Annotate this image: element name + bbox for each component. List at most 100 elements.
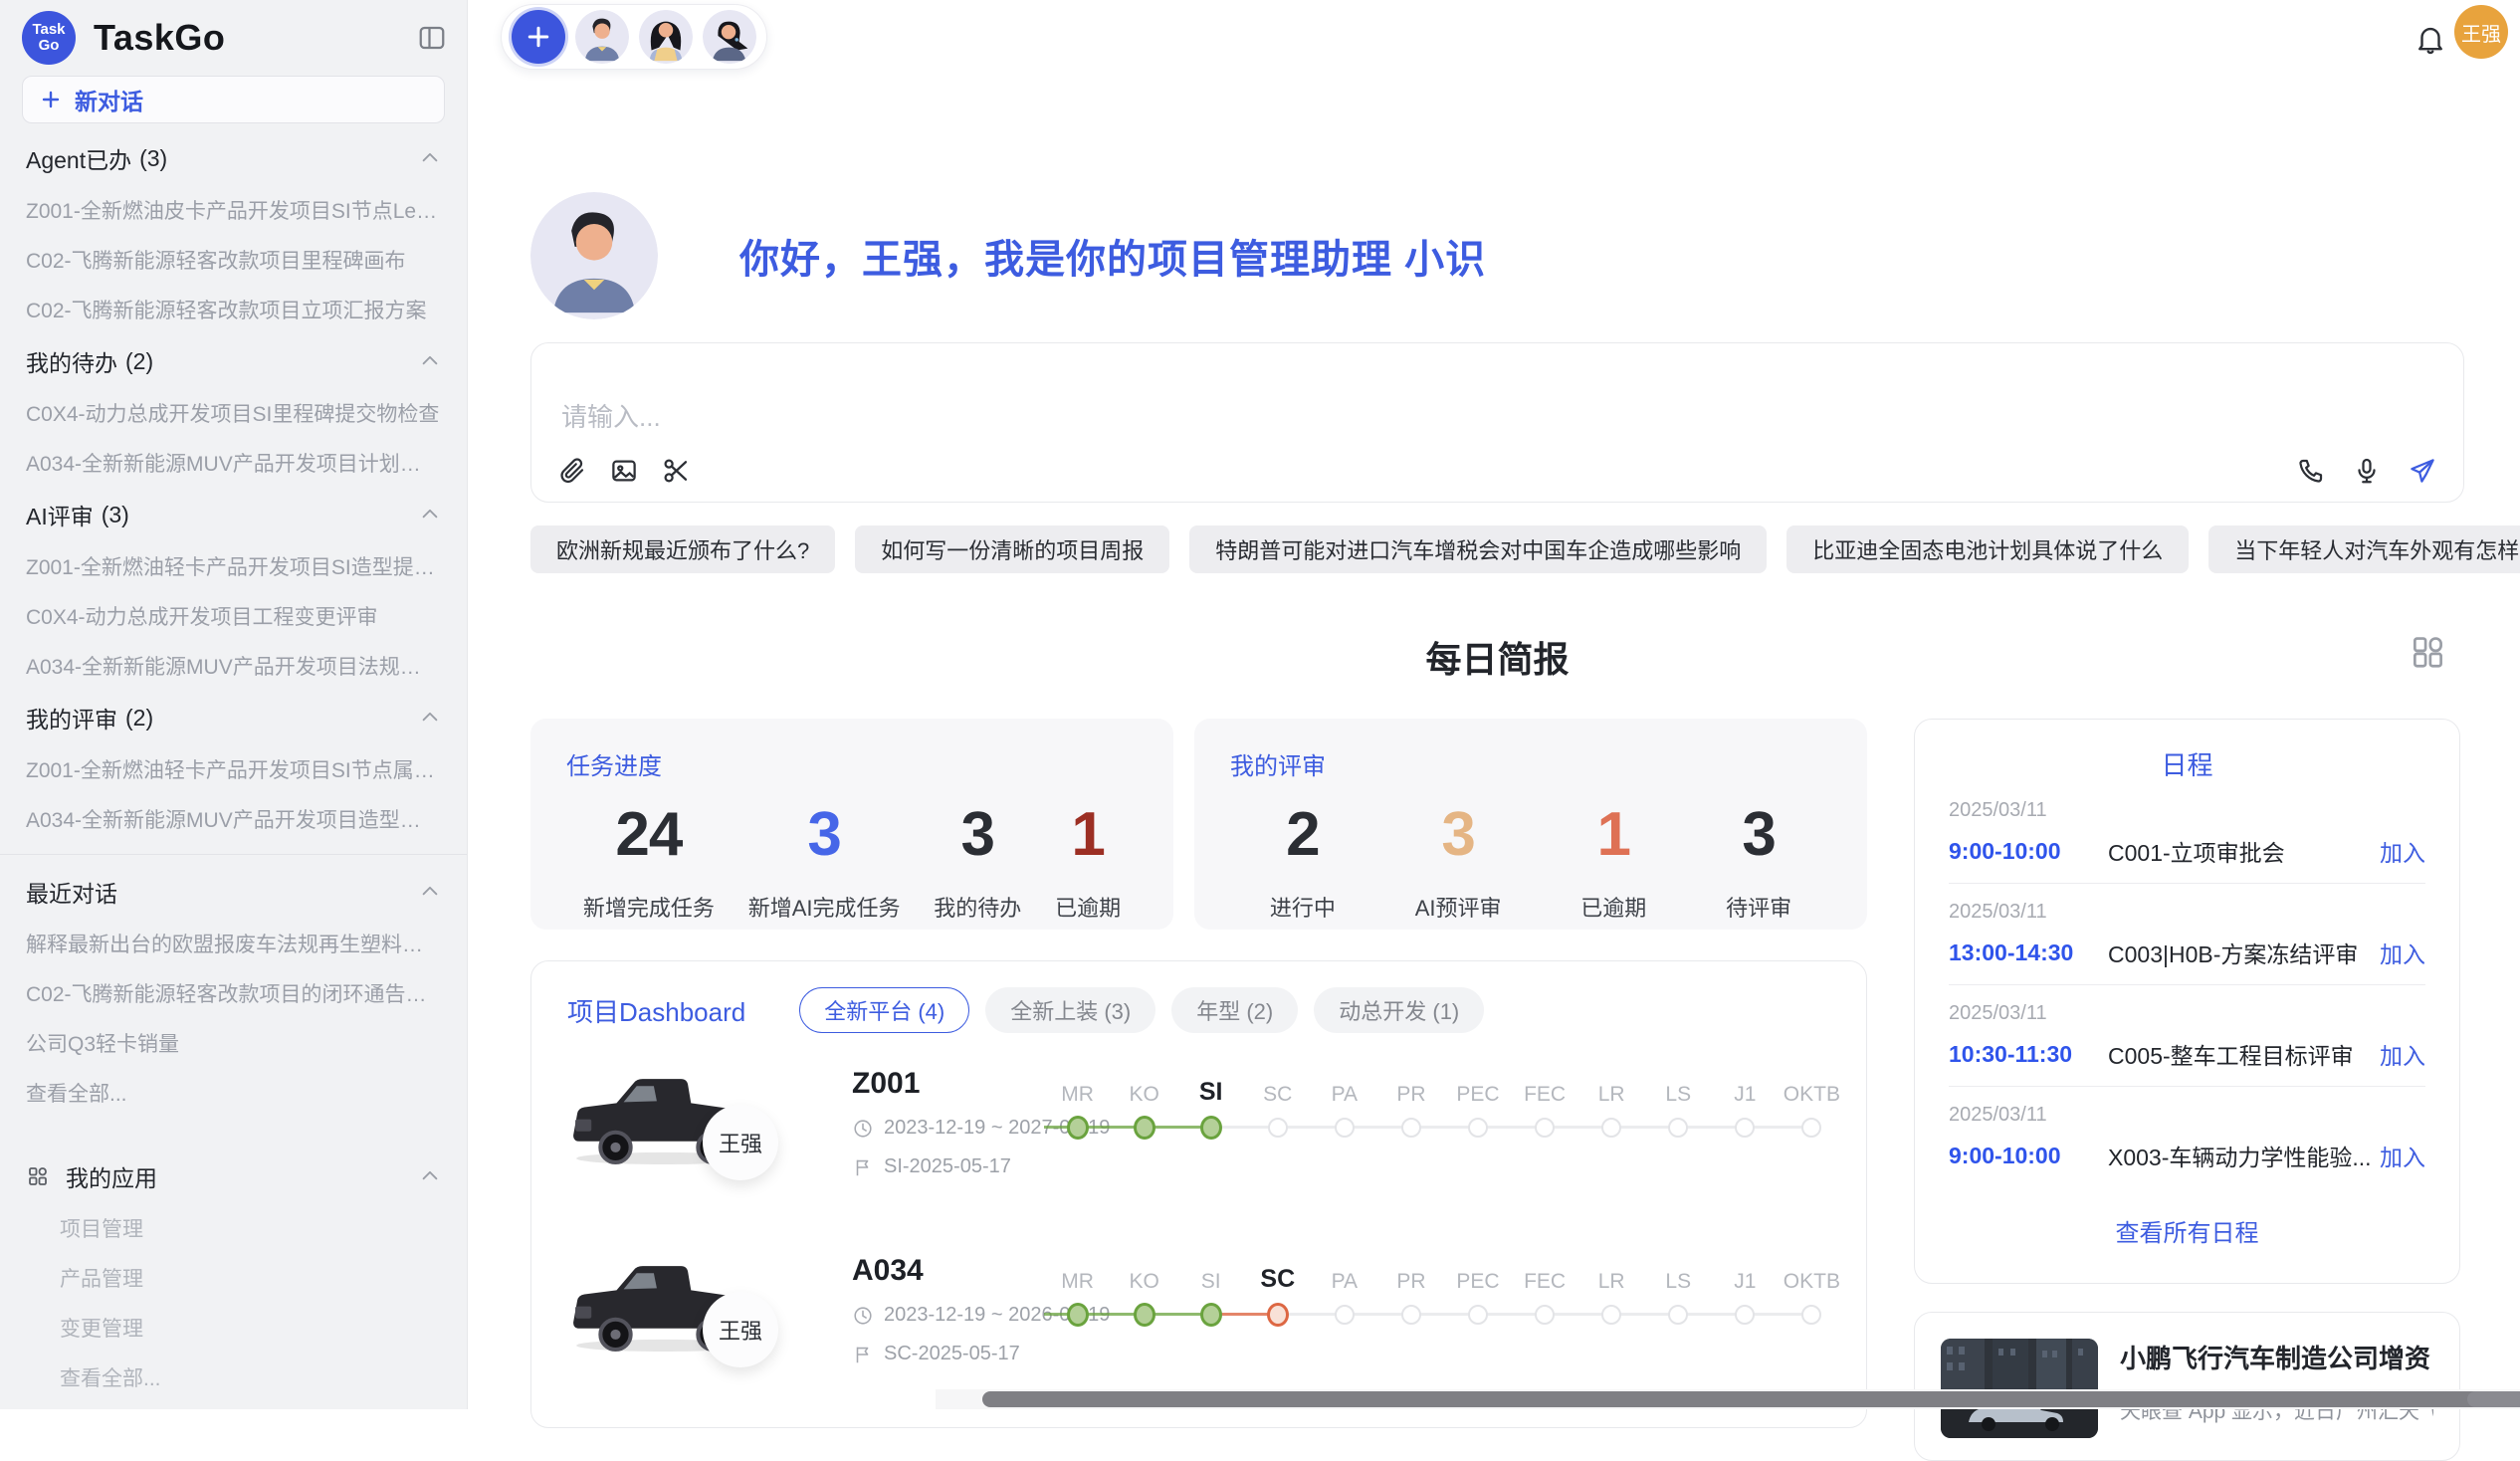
event-join-link[interactable]: 加入 (2380, 1037, 2425, 1071)
app-item[interactable]: 变更管理 (0, 1303, 467, 1353)
phone-icon[interactable] (2296, 456, 2326, 486)
microphone-icon[interactable] (2352, 456, 2382, 486)
image-upload-icon[interactable] (609, 456, 639, 486)
project-flag: SI-2025-05-17 (884, 1155, 1011, 1178)
suggestion-chips: 欧洲新规最近颁布了什么? 如何写一份清晰的项目周报特朗普可能对进口汽车增税会对中国… (530, 525, 2464, 573)
daily-briefing-title: 每日简报 (530, 631, 2464, 683)
milestone-dot (1468, 1305, 1488, 1325)
member-avatar-1[interactable] (575, 10, 629, 64)
event-join-link[interactable]: 加入 (2380, 936, 2425, 969)
sidebar-section-header[interactable]: AI评审(3) (0, 488, 467, 541)
milestone-dot-row (1578, 1298, 1645, 1332)
milestone: KO (1111, 1258, 1177, 1332)
recent-chats-header[interactable]: 最近对话 (0, 865, 467, 919)
suggestion-chip[interactable]: 比亚迪全固态电池计划具体说了什么 (1786, 525, 2189, 573)
user-avatar[interactable]: 王强 (2454, 5, 2508, 59)
milestone-label: LS (1665, 1071, 1691, 1107)
recent-view-all-link[interactable]: 查看全部... (0, 1068, 467, 1118)
milestone: LS (1645, 1258, 1712, 1332)
app-logo: Task Go (22, 11, 76, 65)
milestone-label: OKTB (1784, 1258, 1840, 1294)
stat-value: 24 (615, 803, 682, 867)
news-card[interactable]: 小鹏飞行汽车制造公司增资 天眼查 App 显示，近日广州汇天飞行汽... (1914, 1312, 2460, 1461)
sidebar-section-header[interactable]: Agent已办(3) (0, 131, 467, 185)
stat-label: 我的待办 (934, 891, 1021, 923)
schedule-title: 日程 (1949, 745, 2425, 782)
section-label: AI评审 (26, 498, 94, 531)
my-apps-header[interactable]: 我的应用 (0, 1149, 467, 1203)
dashboard-tab[interactable]: 动总开发 (1) (1314, 987, 1484, 1033)
milestone: LS (1645, 1071, 1712, 1145)
milestone: SI (1177, 1071, 1244, 1145)
milestone-label: SC (1260, 1258, 1295, 1294)
section-label: 我的评审 (26, 701, 117, 734)
sidebar-item[interactable]: Z001-全新燃油轻卡产品开发项目SI造型提交物评审 (0, 541, 467, 591)
sidebar-item[interactable]: C02-飞腾新能源轻客改款项目里程碑画布 (0, 235, 467, 285)
suggestion-chip[interactable]: 如何写一份清晰的项目周报 (855, 525, 1169, 573)
suggestion-chip[interactable]: 特朗普可能对进口汽车增税会对中国车企造成哪些影响 (1189, 525, 1767, 573)
project-row[interactable]: 王强A0342023-12-19 ~ 2026-01-19SC-2025-05-… (531, 1244, 1866, 1403)
app-item[interactable]: 产品管理 (0, 1253, 467, 1303)
apps-view-all-link[interactable]: 查看全部... (0, 1353, 467, 1402)
add-member-button[interactable] (512, 10, 565, 64)
sidebar-item[interactable]: Z001-全新燃油轻卡产品开发项目SI节点属性5D文件评审 (0, 744, 467, 794)
chevron-up-icon (419, 707, 441, 729)
send-icon[interactable] (2408, 456, 2437, 486)
stat: 24 新增完成任务 (583, 803, 715, 923)
project-row[interactable]: 王强Z0012023-12-19 ~ 2027-01-19SI-2025-05-… (531, 1057, 1866, 1216)
project-flag: SC-2025-05-17 (884, 1343, 1020, 1365)
milestone-dot-row (1444, 1298, 1511, 1332)
notification-bell-icon[interactable] (2414, 22, 2447, 56)
chat-input[interactable] (559, 395, 2152, 439)
sidebar-item[interactable]: Z001-全新燃油皮卡产品开发项目SI节点Lesson Learn报告 (0, 185, 467, 235)
member-avatar-2[interactable] (639, 10, 693, 64)
scrollbar-thumb-right[interactable] (2467, 1391, 2520, 1407)
dashboard-tab[interactable]: 全新平台 (4) (799, 987, 969, 1033)
suggestion-chip[interactable]: 当下年轻人对汽车外观有怎样的喜好趋势 (2208, 525, 2520, 573)
sidebar-item[interactable]: C02-飞腾新能源轻客改款项目立项汇报方案 (0, 285, 467, 334)
stat-value: 3 (807, 803, 840, 867)
stat-label: 新增完成任务 (583, 891, 715, 923)
event-title: X003-车辆动力学性能验... (2108, 1139, 2380, 1172)
briefing-layout-icon[interactable] (2409, 633, 2446, 671)
stat-label: 已逾期 (1055, 891, 1121, 923)
stat-value: 3 (1441, 803, 1474, 867)
milestone-dot (1801, 1118, 1821, 1138)
dashboard-tab[interactable]: 年型 (2) (1171, 987, 1298, 1033)
milestone-dot (1134, 1116, 1155, 1140)
milestone-dot-row (1311, 1298, 1377, 1332)
recent-chat-item[interactable]: C02-飞腾新能源轻客改款项目的闭环通告反馈情况 (0, 968, 467, 1018)
attachment-icon[interactable] (557, 456, 587, 486)
recent-chat-item[interactable]: 公司Q3轻卡销量 (0, 1018, 467, 1068)
scissors-icon[interactable] (661, 456, 691, 486)
event-join-link[interactable]: 加入 (2380, 834, 2425, 868)
member-avatar-3[interactable] (703, 10, 756, 64)
sidebar-item[interactable]: C0X4-动力总成开发项目SI里程碑提交物检查 (0, 388, 467, 438)
milestone-label: PEC (1456, 1258, 1499, 1294)
sidebar-item[interactable]: C0X4-动力总成开发项目工程变更评审 (0, 591, 467, 641)
app-item[interactable]: 项目管理 (0, 1203, 467, 1253)
milestone: MR (1044, 1071, 1111, 1145)
dashboard-tab[interactable]: 全新上装 (3) (985, 987, 1155, 1033)
event-join-link[interactable]: 加入 (2380, 1139, 2425, 1172)
sidebar-item[interactable]: A034-全新新能源MUV产品开发项目计划变更表编写 (0, 438, 467, 488)
schedule-event: 2025/03/1113:00-14:30C003|H0B-方案冻结评审加入 (1949, 884, 2425, 985)
app-logo-line2: Go (39, 38, 60, 54)
scrollbar-thumb[interactable] (982, 1391, 2520, 1407)
sidebar-item-cloud[interactable]: 我的云空间 (0, 1402, 467, 1409)
view-all-schedule-link[interactable]: 查看所有日程 (1949, 1213, 2425, 1248)
milestone-dot-row (1177, 1111, 1244, 1145)
recent-chat-item[interactable]: 解释最新出台的欧盟报废车法规再生塑料比例被调至15%... (0, 919, 467, 968)
sidebar-section-header[interactable]: 我的待办(2) (0, 334, 467, 388)
section-count: (2) (125, 705, 153, 731)
sidebar-item[interactable]: A034-全新新能源MUV产品开发项目造型可行性评审 (0, 794, 467, 844)
sidebar-item[interactable]: A034-全新新能源MUV产品开发项目法规符合性评审 (0, 641, 467, 691)
sidebar-section-header[interactable]: 我的评审 (2) (0, 691, 467, 744)
event-time: 13:00-14:30 (1949, 939, 2108, 966)
milestone-strip: MRKOSISCPAPRPECFECLRLSJ1OKTB (1044, 1258, 1845, 1332)
new-chat-button[interactable]: 新对话 (22, 76, 445, 123)
project-flag-row: SI-2025-05-17 (852, 1155, 1110, 1178)
milestone-dot-row (1779, 1298, 1845, 1332)
suggestion-chip[interactable]: 欧洲新规最近颁布了什么? (530, 525, 835, 573)
sidebar-collapse-icon[interactable] (417, 23, 447, 53)
